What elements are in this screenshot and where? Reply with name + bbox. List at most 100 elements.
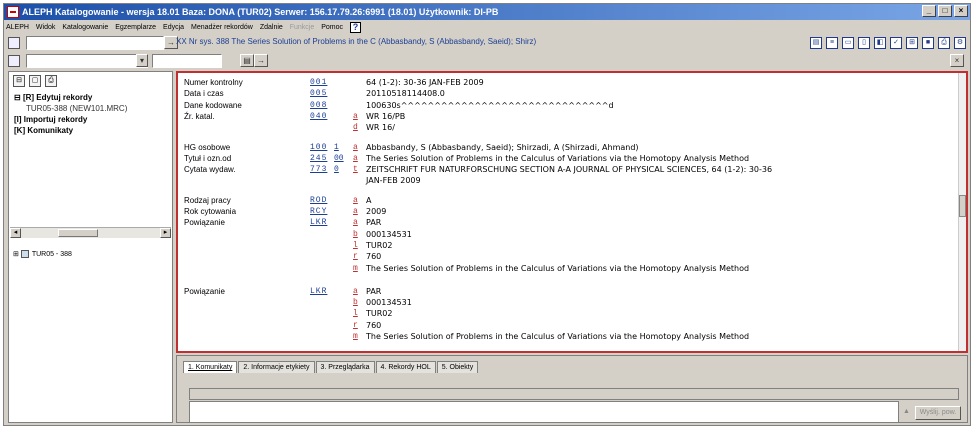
- field-label: Rok cytowania: [184, 207, 237, 216]
- base-select[interactable]: [26, 54, 148, 68]
- tab-rekordy-hol[interactable]: 4. Rekordy HOL: [375, 361, 436, 373]
- field-label: Cytata wydaw.: [184, 165, 236, 175]
- field-value: 20110518114408.0: [366, 89, 445, 99]
- send-button[interactable]: Wyślij. pow.: [915, 406, 961, 420]
- record-icon[interactable]: ◧: [874, 37, 886, 49]
- field-subfield[interactable]: a: [353, 153, 358, 164]
- scroll-thumb[interactable]: [58, 229, 98, 237]
- record-vertical-scrollbar[interactable]: [958, 73, 966, 351]
- tree-item-importuj-rekordy[interactable]: [I] Importuj rekordy: [14, 114, 127, 125]
- field-input[interactable]: [152, 54, 222, 68]
- field-value: 2009: [366, 207, 387, 216]
- field-subfield[interactable]: a: [353, 142, 358, 153]
- field-subfield[interactable]: b: [353, 229, 358, 240]
- field-value: The Series Solution of Problems in the C…: [366, 153, 750, 163]
- print-tree-icon[interactable]: ⎙: [45, 75, 57, 87]
- field-label: Powiązanie: [184, 286, 225, 296]
- field-subfield[interactable]: a: [353, 111, 358, 122]
- book-icon[interactable]: ▯: [858, 37, 870, 49]
- tab-informacje-etykiety[interactable]: 2. Informacje etykiety: [238, 361, 315, 373]
- tree-item-record[interactable]: TUR05-388 (NEW101.MRC): [14, 103, 127, 114]
- field-tag[interactable]: ROD: [310, 195, 327, 206]
- field-subfield[interactable]: a: [353, 195, 358, 206]
- tab-obiekty[interactable]: 5. Obiekty: [436, 361, 479, 373]
- close-button[interactable]: ×: [954, 5, 968, 17]
- menu-edycja[interactable]: Edycja: [163, 24, 184, 31]
- field-tag[interactable]: RCY: [310, 206, 327, 217]
- field-subfield[interactable]: l: [353, 240, 358, 251]
- settings-icon[interactable]: ⚙: [954, 37, 966, 49]
- left-horizontal-scrollbar[interactable]: ◂ ▸: [10, 227, 171, 238]
- close-pane-icon[interactable]: ×: [950, 54, 964, 67]
- field-indicator[interactable]: 1: [334, 142, 339, 153]
- tree-item-tur05[interactable]: ⊞ TUR05 - 388: [13, 250, 72, 259]
- base-select-icon[interactable]: [8, 55, 20, 67]
- menu-egzemplarze[interactable]: Egzemplarze: [115, 24, 156, 31]
- message-area[interactable]: [189, 401, 899, 423]
- scroll-right-arrow[interactable]: ▸: [160, 228, 171, 238]
- field-tag[interactable]: 008: [310, 100, 327, 111]
- field-go-button[interactable]: →: [254, 54, 268, 67]
- scroll-up-arrow[interactable]: ▲: [903, 408, 913, 418]
- tree-item-edytuj-rekordy[interactable]: ⊟ [R] Edytuj rekordy: [14, 92, 127, 103]
- field-label: Źr. katal.: [184, 111, 215, 121]
- navigation-icon[interactable]: [8, 37, 20, 49]
- menu-pomoc[interactable]: Pomoc: [321, 24, 343, 31]
- field-subfield[interactable]: b: [353, 297, 358, 308]
- menu-menadzer-rekordow[interactable]: Menadżer rekordów: [191, 24, 253, 31]
- field-subfield[interactable]: a: [353, 286, 358, 297]
- tree-item-komunikaty[interactable]: [K] Komunikaty: [14, 125, 127, 136]
- field-subfield[interactable]: m: [353, 263, 358, 274]
- field-subfield[interactable]: a: [353, 217, 358, 228]
- field-value: WR 16/: [366, 123, 395, 133]
- field-tag[interactable]: LKR: [310, 217, 327, 228]
- menu-zdalnie[interactable]: Zdalnie: [260, 24, 283, 31]
- tab-przegladarka[interactable]: 3. Przeglądarka: [315, 361, 375, 373]
- minimize-button[interactable]: _: [922, 5, 936, 17]
- bottom-panel: 1. Komunikaty 2. Informacje etykiety 3. …: [176, 355, 968, 423]
- chevron-down-icon[interactable]: ▾: [136, 54, 148, 67]
- list-view-icon[interactable]: ▢: [29, 75, 41, 87]
- menu-katalogowanie[interactable]: Katalogowanie: [62, 24, 108, 31]
- field-indicator[interactable]: 00: [334, 153, 344, 164]
- tab-komunikaty[interactable]: 1. Komunikaty: [183, 361, 238, 373]
- field-indicator[interactable]: 0: [334, 164, 339, 175]
- tree-icon[interactable]: ⊞: [906, 37, 918, 49]
- field-tag[interactable]: 005: [310, 88, 327, 99]
- field-tag[interactable]: 001: [310, 77, 327, 88]
- help-icon[interactable]: ?: [349, 21, 361, 33]
- search-input[interactable]: [26, 36, 164, 50]
- field-tag[interactable]: 100: [310, 142, 327, 153]
- field-tag[interactable]: 245: [310, 153, 327, 164]
- record-scroll-thumb[interactable]: [959, 195, 966, 217]
- field-arrow-button[interactable]: ▤: [240, 54, 254, 67]
- window-title: ALEPH Katalogowanie - wersja 18.01 Baza:…: [22, 7, 499, 17]
- field-subfield[interactable]: r: [353, 320, 358, 331]
- field-icon[interactable]: ≡: [826, 37, 838, 49]
- toolbar-second: ▾ ▤ → ×: [4, 53, 970, 69]
- field-subfield[interactable]: a: [353, 206, 358, 217]
- field-tag[interactable]: LKR: [310, 286, 327, 297]
- field-value: 000134531: [366, 298, 412, 308]
- tree-view-icon[interactable]: ⊟: [13, 75, 25, 87]
- field-tag[interactable]: 040: [310, 111, 327, 122]
- field-subfield[interactable]: t: [353, 164, 358, 175]
- scroll-left-arrow[interactable]: ◂: [10, 228, 21, 238]
- field-subfield[interactable]: m: [353, 331, 358, 342]
- new-doc-icon[interactable]: ▤: [810, 37, 822, 49]
- save-icon[interactable]: ■: [922, 37, 934, 49]
- field-tag[interactable]: 773: [310, 164, 327, 175]
- view-icon[interactable]: ▭: [842, 37, 854, 49]
- field-subfield[interactable]: d: [353, 122, 358, 133]
- field-label: HG osobowe: [184, 142, 231, 152]
- menu-aleph[interactable]: ALEPH: [6, 24, 29, 31]
- print-icon[interactable]: ⎙: [938, 37, 950, 49]
- field-label: Tytuł i ozn.od: [184, 153, 232, 163]
- field-subfield[interactable]: l: [353, 308, 358, 319]
- check-icon[interactable]: ✓: [890, 37, 902, 49]
- bottom-tabs: 1. Komunikaty 2. Informacje etykiety 3. …: [183, 361, 479, 373]
- field-value: Abbasbandy, S (Abbasbandy, Saeid); Shirz…: [366, 142, 639, 152]
- maximize-button[interactable]: □: [938, 5, 952, 17]
- field-subfield[interactable]: r: [353, 251, 358, 262]
- menu-widok[interactable]: Widok: [36, 24, 55, 31]
